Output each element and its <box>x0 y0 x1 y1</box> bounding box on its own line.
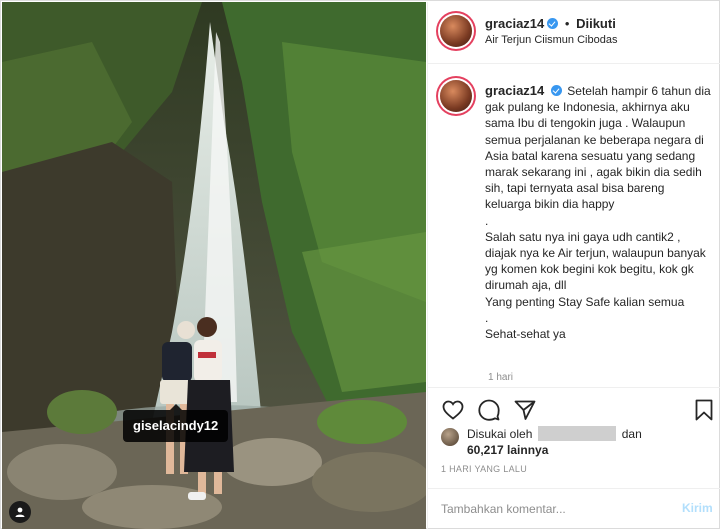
verified-badge-icon <box>547 18 559 29</box>
waterfall-photo <box>2 2 426 529</box>
verified-badge-icon <box>551 85 563 96</box>
paper-plane-icon <box>514 400 536 420</box>
likes-prefix: Disukai oleh <box>467 427 533 441</box>
location-link[interactable]: Air Terjun Ciismun Cibodas <box>485 34 617 46</box>
user-tag-label[interactable]: giselacindy12 <box>123 404 229 442</box>
save-button[interactable] <box>692 398 716 422</box>
caption-timestamp[interactable]: 1 hari <box>488 372 513 383</box>
bookmark-icon <box>695 399 713 421</box>
caption-avatar[interactable] <box>440 80 472 112</box>
comment-button[interactable] <box>477 398 501 422</box>
comment-bar: Kirim <box>428 488 720 529</box>
person-icon <box>14 506 26 518</box>
action-bar <box>428 387 720 427</box>
share-button[interactable] <box>513 398 537 422</box>
post-comment-button[interactable]: Kirim <box>682 501 713 515</box>
liker-username-redacted[interactable] <box>537 426 616 441</box>
follow-status-button[interactable]: Diikuti <box>576 16 616 31</box>
like-button[interactable] <box>441 398 465 422</box>
caption-paragraph: . <box>485 213 489 228</box>
likes-count-line: 60,217 lainnya <box>467 442 548 459</box>
post-caption: graciaz14 Setelah hampir 6 tahun dia gak … <box>485 83 711 342</box>
caption-username[interactable]: graciaz14 <box>485 83 544 98</box>
caption-paragraph: Salah satu nya ini gaya udh cantik2 , di… <box>485 229 706 293</box>
header-username[interactable]: graciaz14 <box>485 16 544 31</box>
caption-paragraph: graciaz14 Setelah hampir 6 tahun dia gak … <box>485 83 711 213</box>
avatar[interactable] <box>440 15 472 47</box>
likes-and: dan <box>621 427 642 441</box>
heart-icon <box>442 400 464 420</box>
comment-input[interactable] <box>441 499 661 519</box>
caption-text: Setelah hampir 6 tahun dia gak pulang ke… <box>485 84 711 212</box>
likes-count-link[interactable]: 60,217 lainnya <box>467 443 548 457</box>
header-user-line: graciaz14 • Diikuti <box>485 16 616 31</box>
post-date[interactable]: 1 HARI YANG LALU <box>441 464 527 474</box>
separator-dot: • <box>564 16 570 31</box>
caption-paragraph: Sehat-sehat ya <box>485 327 566 342</box>
caption-paragraph: Yang penting Stay Safe kalian semua <box>485 294 685 309</box>
post-header: graciaz14 • Diikuti Air Terjun Ciismun C… <box>428 2 720 64</box>
user-tags-button[interactable] <box>9 501 31 523</box>
post-side-panel: graciaz14 • Diikuti Air Terjun Ciismun C… <box>427 2 720 529</box>
comment-icon <box>478 399 500 421</box>
liker-avatar[interactable] <box>441 428 459 446</box>
instagram-post-window: giselacindy12 graciaz14 • Diikuti Air Te… <box>0 0 720 529</box>
likes-line: Disukai oleh dan <box>467 426 642 443</box>
caption-paragraph: . <box>485 310 489 325</box>
post-photo[interactable]: giselacindy12 <box>2 2 426 529</box>
